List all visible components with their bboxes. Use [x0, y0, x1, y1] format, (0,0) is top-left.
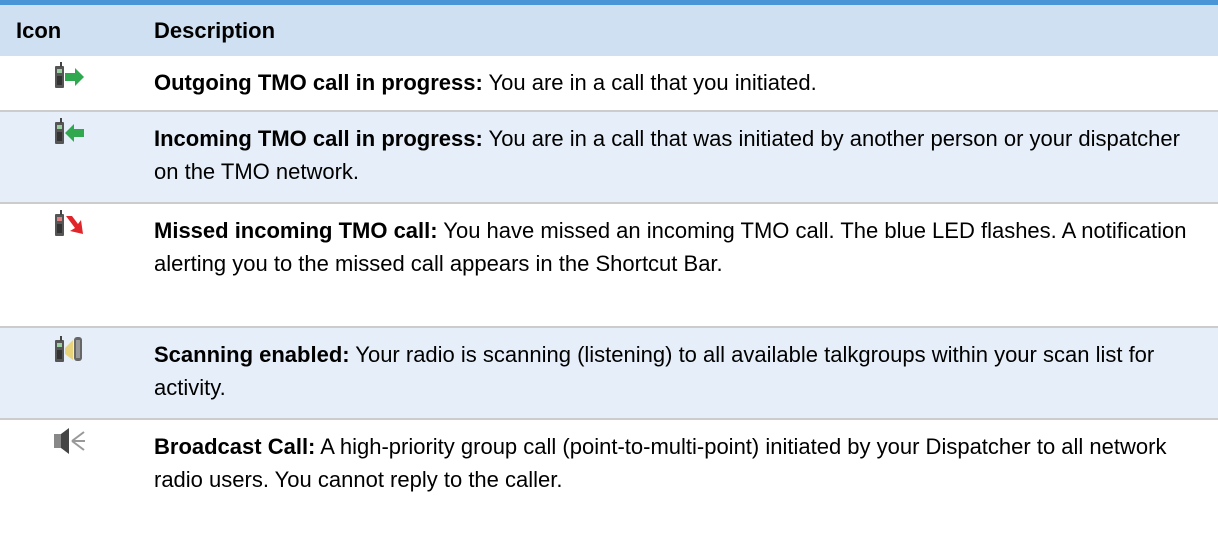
row-title: Missed incoming TMO call: [154, 218, 438, 243]
row-title: Scanning enabled: [154, 342, 350, 367]
row-description: Incoming TMO call in progress: You are i… [154, 112, 1218, 192]
scanning-icon [0, 328, 138, 364]
row-title: Outgoing TMO call in progress: [154, 70, 483, 95]
row-description: Broadcast Call: A high-priority group ca… [154, 420, 1218, 500]
table-row: Missed incoming TMO call: You have misse… [0, 204, 1218, 328]
header-icon-column: Icon [16, 17, 62, 43]
table-row: Scanning enabled: Your radio is scanning… [0, 328, 1218, 420]
table-header: Icon Description [0, 5, 1218, 56]
header-description-column: Description [154, 17, 276, 43]
broadcast-call-icon [0, 420, 138, 456]
icon-description-table: Icon Description Outgoing TMO call in pr… [0, 0, 1218, 512]
row-description: Scanning enabled: Your radio is scanning… [154, 328, 1218, 408]
table-row: Outgoing TMO call in progress: You are i… [0, 56, 1218, 112]
missed-call-icon [0, 204, 138, 240]
row-title: Broadcast Call: [154, 434, 316, 459]
row-title: Incoming TMO call in progress: [154, 126, 483, 151]
table-row: Incoming TMO call in progress: You are i… [0, 112, 1218, 204]
outgoing-call-icon [0, 56, 138, 92]
incoming-call-icon [0, 112, 138, 148]
row-description: Outgoing TMO call in progress: You are i… [154, 56, 1218, 103]
table-row: Broadcast Call: A high-priority group ca… [0, 420, 1218, 512]
row-text: You are in a call that you initiated. [482, 70, 817, 95]
row-description: Missed incoming TMO call: You have misse… [154, 204, 1218, 284]
